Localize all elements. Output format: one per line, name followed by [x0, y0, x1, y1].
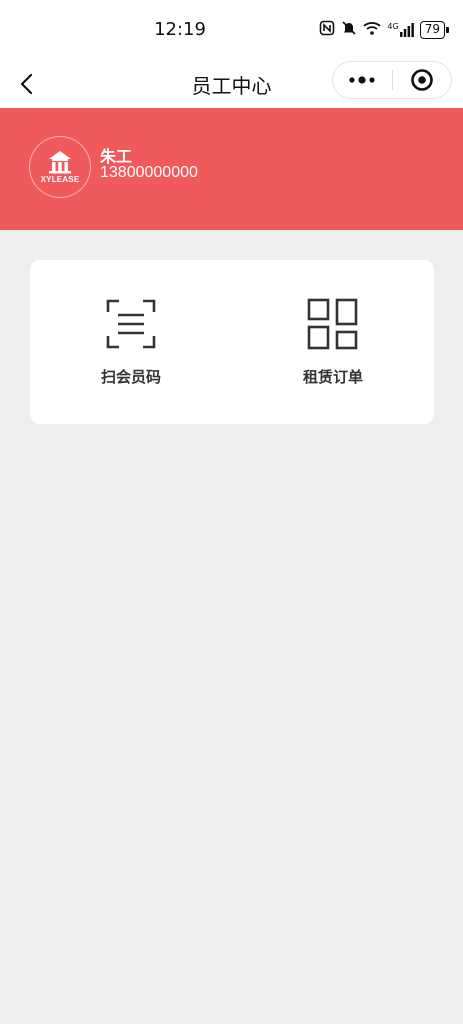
profile-banner: XYLEASE 朱工 13800000000	[0, 108, 463, 230]
network-label: 4G	[387, 22, 399, 31]
wifi-icon	[363, 20, 382, 40]
scan-member-code-label: 扫会员码	[100, 368, 161, 386]
company-logo-icon	[49, 151, 71, 174]
more-button[interactable]	[333, 62, 392, 98]
more-dots-icon	[349, 76, 375, 84]
lease-orders-label: 租赁订单	[302, 368, 363, 386]
mute-icon	[341, 20, 357, 40]
target-icon	[410, 69, 433, 91]
signal-4g-icon: 4G	[387, 22, 414, 37]
actions-card: 扫会员码 租赁订单	[30, 260, 434, 424]
logo-text: XYLEASE	[40, 175, 80, 184]
lease-orders-button[interactable]: 租赁订单	[273, 298, 393, 398]
user-phone: 13800000000	[100, 164, 198, 181]
nav-bar: 员工中心	[0, 60, 463, 108]
grid-icon	[307, 298, 358, 350]
close-mini-program-button[interactable]	[393, 62, 452, 98]
scan-icon	[106, 299, 156, 349]
status-bar: 12:19 4G 79	[0, 0, 463, 60]
status-icons: 4G 79	[319, 20, 450, 40]
nfc-icon	[319, 20, 335, 40]
battery-indicator: 79	[419, 21, 450, 39]
mini-program-capsule	[332, 61, 452, 99]
status-time: 12:19	[154, 19, 206, 40]
avatar: XYLEASE	[29, 136, 91, 198]
scan-member-code-button[interactable]: 扫会员码	[71, 298, 191, 398]
